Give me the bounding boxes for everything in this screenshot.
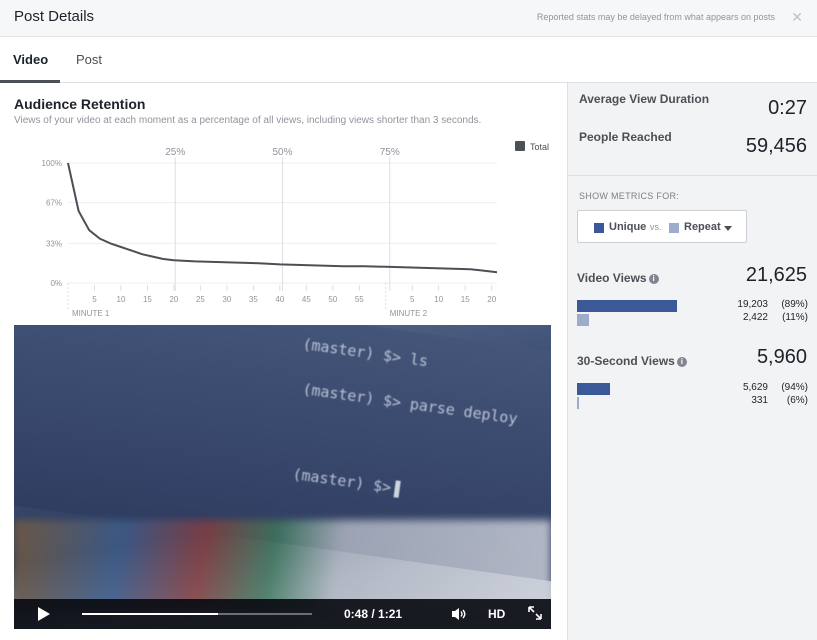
x-tick-label: 5 — [410, 295, 415, 304]
info-icon[interactable]: i — [648, 274, 659, 284]
x-tick-label: 5 — [92, 295, 97, 304]
quartile-label: 50% — [272, 147, 292, 158]
video-player[interactable]: (master) $> ls (master) $> parse deploy … — [14, 325, 551, 629]
volume-icon[interactable] — [451, 607, 467, 624]
quartile-label: 75% — [380, 147, 400, 158]
x-tick-label: 15 — [461, 295, 470, 304]
video-views-repeat-bar — [577, 314, 689, 326]
y-tick-label: 0% — [50, 279, 62, 288]
x-tick-label: 10 — [434, 295, 443, 304]
video-time: 0:48 / 1:21 — [344, 607, 403, 621]
stats-delay-note: Reported stats may be delayed from what … — [536, 12, 775, 22]
repeat-swatch — [669, 223, 679, 233]
unique-label: Unique — [609, 221, 647, 233]
tab-video[interactable]: Video — [13, 52, 48, 67]
unique-repeat-dropdown[interactable]: Unique vs. Repeat — [577, 210, 747, 243]
repeat-label: Repeat — [684, 221, 721, 233]
x-tick-label: 35 — [249, 295, 258, 304]
minute-label: MINUTE 1 — [72, 309, 110, 318]
audience-retention-title: Audience Retention — [14, 96, 146, 112]
x-tick-label: 55 — [355, 295, 364, 304]
show-metrics-for-label: SHOW METRICS FOR: — [579, 191, 680, 201]
thirty-second-unique-bar — [577, 383, 612, 395]
hd-toggle[interactable]: HD — [488, 607, 505, 621]
video-progress-fill — [82, 613, 218, 615]
unique-bar-fill — [577, 300, 677, 312]
metrics-panel: Average View Duration 0:27 People Reache… — [567, 83, 817, 640]
video-controls: 0:48 / 1:21 HD — [14, 599, 551, 629]
retention-chart: 100% 67% 33% 0% 25% 50% 75% MINUTE 1 MINUTE 2 5 10… — [42, 141, 549, 318]
fullscreen-icon[interactable] — [527, 605, 543, 624]
x-tick-label: 50 — [328, 295, 337, 304]
chevron-down-icon — [724, 226, 732, 231]
x-tick-label: 20 — [487, 295, 496, 304]
x-tick-label: 25 — [196, 295, 205, 304]
people-reached-label: People Reached — [579, 130, 672, 144]
people-reached-value: 59,456 — [745, 135, 807, 157]
video-views-unique-bar — [577, 300, 689, 312]
repeat-bar-fill — [577, 397, 580, 409]
audience-retention-subtitle: Views of your video at each moment as a … — [14, 115, 482, 126]
post-details-header: Post Details Reported stats may be delay… — [0, 0, 817, 37]
close-icon[interactable]: ✕ — [791, 9, 803, 26]
dialog-title: Post Details — [14, 8, 95, 25]
thirty-second-views-label: 30-Second Views i — [577, 354, 687, 368]
vs-label: vs. — [650, 222, 662, 232]
info-icon[interactable]: i — [676, 357, 687, 367]
quartile-label: 25% — [165, 147, 185, 158]
unique-swatch — [594, 223, 604, 233]
video-panel: Audience Retention Views of your video a… — [0, 83, 567, 640]
play-icon[interactable] — [38, 607, 50, 621]
y-tick-label: 67% — [46, 199, 62, 208]
tab-bar: Video Post — [0, 37, 817, 83]
desktop-dock-blur — [14, 520, 551, 610]
thirty-second-repeat-bar — [577, 397, 612, 409]
divider — [568, 175, 817, 176]
video-views-label: Video Views i — [577, 271, 659, 285]
x-tick-label: 10 — [117, 295, 126, 304]
video-views-value: 21,625 — [745, 264, 807, 286]
repeat-bar-fill — [577, 314, 590, 326]
y-tick-label: 33% — [46, 239, 62, 248]
minute-label: MINUTE 2 — [390, 309, 428, 318]
x-tick-label: 20 — [169, 295, 178, 304]
unique-bar-fill — [577, 383, 610, 395]
avg-view-duration-value: 0:27 — [768, 97, 807, 119]
x-tick-label: 40 — [275, 295, 284, 304]
legend-label: Total — [530, 142, 549, 152]
y-tick-label: 100% — [42, 159, 62, 168]
legend-swatch — [515, 141, 525, 151]
tab-post[interactable]: Post — [76, 52, 102, 67]
avg-view-duration-label: Average View Duration — [579, 92, 710, 106]
thirty-second-views-value: 5,960 — [756, 346, 807, 368]
video-progress-bar[interactable] — [82, 613, 312, 615]
x-tick-label: 45 — [302, 295, 311, 304]
x-tick-label: 30 — [222, 295, 231, 304]
x-tick-label: 15 — [143, 295, 152, 304]
